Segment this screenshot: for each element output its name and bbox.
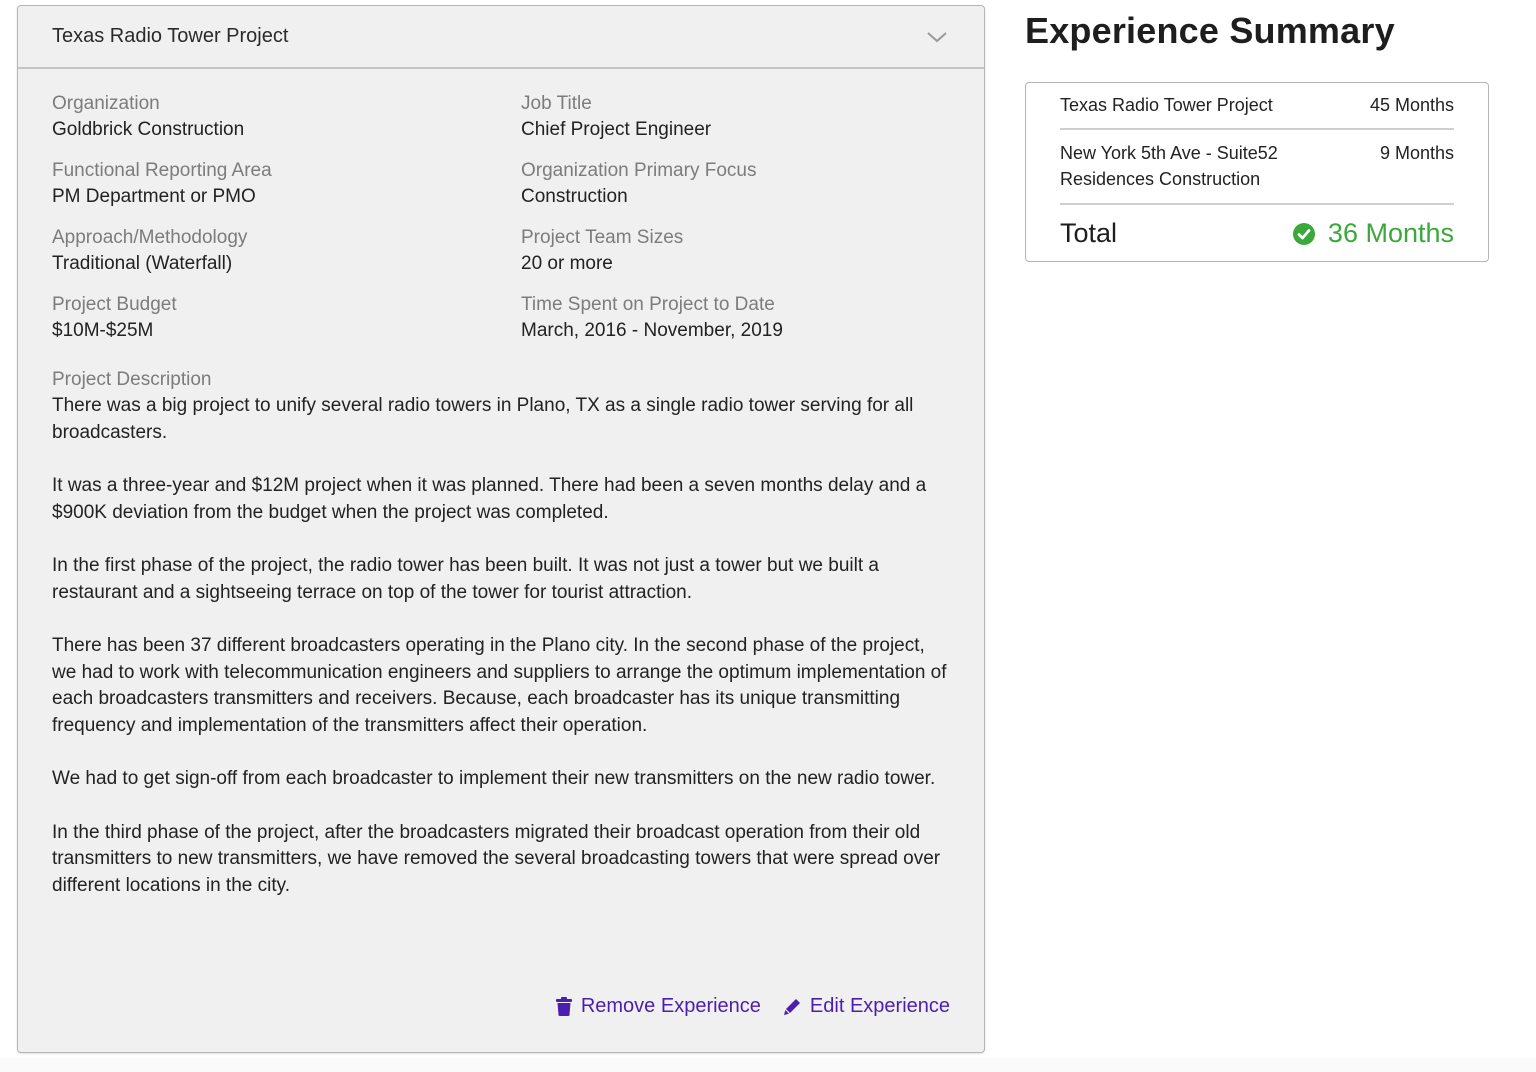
- field-value: PM Department or PMO: [52, 186, 256, 207]
- check-circle-icon: [1292, 222, 1315, 245]
- summary-title: Experience Summary: [1025, 10, 1395, 51]
- summary-row: Texas Radio Tower Project 45 Months: [1060, 83, 1454, 130]
- field-organization: Organization Goldbrick Construction: [52, 91, 521, 143]
- description-paragraph: There has been 37 different broadcasters…: [52, 635, 947, 736]
- experience-fields: Organization Goldbrick Construction Job …: [52, 91, 950, 344]
- experience-summary-box: Texas Radio Tower Project 45 Months New …: [1025, 82, 1489, 262]
- chevron-down-icon[interactable]: [926, 30, 948, 44]
- total-months: 36 Months: [1327, 218, 1454, 248]
- field-value: March, 2016 - November, 2019: [521, 320, 783, 341]
- field-value: $10M-$25M: [52, 320, 154, 341]
- field-value: Construction: [521, 186, 628, 207]
- description-paragraph: In the first phase of the project, the r…: [52, 555, 879, 603]
- field-label: Job Title: [521, 93, 592, 114]
- total-value: 36 Months: [1292, 218, 1454, 249]
- field-project-budget: Project Budget $10M-$25M: [52, 292, 521, 344]
- field-value: Chief Project Engineer: [521, 119, 712, 140]
- field-functional-reporting-area: Functional Reporting Area PM Department …: [52, 158, 521, 210]
- experience-title: Texas Radio Tower Project: [52, 25, 289, 47]
- page-bottom-strip: [0, 1058, 1536, 1072]
- summary-row: New York 5th Ave - Suite52 Residences Co…: [1060, 130, 1454, 205]
- remove-experience-button[interactable]: Remove Experience: [555, 995, 761, 1018]
- field-value: 20 or more: [521, 253, 613, 274]
- experience-card-header[interactable]: Texas Radio Tower Project: [18, 6, 984, 69]
- field-organization-primary-focus: Organization Primary Focus Construction: [521, 158, 950, 210]
- edit-experience-button[interactable]: Edit Experience: [783, 995, 950, 1018]
- field-job-title: Job Title Chief Project Engineer: [521, 91, 950, 143]
- field-label: Functional Reporting Area: [52, 160, 272, 181]
- remove-experience-label: Remove Experience: [580, 995, 761, 1017]
- summary-row-name: Texas Radio Tower Project: [1060, 95, 1273, 115]
- project-description-label: Project Description: [52, 369, 212, 390]
- field-label: Approach/Methodology: [52, 227, 248, 248]
- pencil-icon: [783, 998, 801, 1016]
- summary-row-name: New York 5th Ave - Suite52 Residences Co…: [1060, 143, 1278, 189]
- edit-experience-label: Edit Experience: [809, 995, 950, 1017]
- field-label: Project Team Sizes: [521, 227, 684, 248]
- description-paragraph: There was a big project to unify several…: [52, 395, 914, 443]
- summary-row-duration: 45 Months: [1369, 95, 1454, 115]
- field-label: Project Budget: [52, 294, 177, 315]
- field-value: Goldbrick Construction: [52, 119, 245, 140]
- trash-icon: [555, 997, 572, 1016]
- description-paragraph: We had to get sign-off from each broadca…: [52, 768, 936, 789]
- experience-card-body: Organization Goldbrick Construction Job …: [18, 69, 984, 899]
- summary-row-duration: 9 Months: [1379, 143, 1454, 163]
- field-value: Traditional (Waterfall): [52, 253, 233, 274]
- field-label: Organization Primary Focus: [521, 160, 757, 181]
- summary-total: Total 36 Months: [1060, 205, 1454, 249]
- total-label: Total: [1060, 218, 1118, 248]
- experience-actions: Remove Experience Edit Experience: [555, 995, 950, 1018]
- field-project-team-sizes: Project Team Sizes 20 or more: [521, 225, 950, 277]
- field-time-spent: Time Spent on Project to Date March, 201…: [521, 292, 950, 344]
- field-label: Organization: [52, 93, 160, 114]
- project-description: Project Description There was a big proj…: [52, 367, 950, 899]
- page: Texas Radio Tower Project Organization G…: [0, 0, 1536, 1072]
- description-paragraph: In the third phase of the project, after…: [52, 821, 941, 896]
- field-label: Time Spent on Project to Date: [521, 294, 775, 315]
- description-paragraph: It was a three-year and $12M project whe…: [52, 475, 927, 523]
- field-approach-methodology: Approach/Methodology Traditional (Waterf…: [52, 225, 521, 277]
- experience-card: Texas Radio Tower Project Organization G…: [17, 5, 985, 1053]
